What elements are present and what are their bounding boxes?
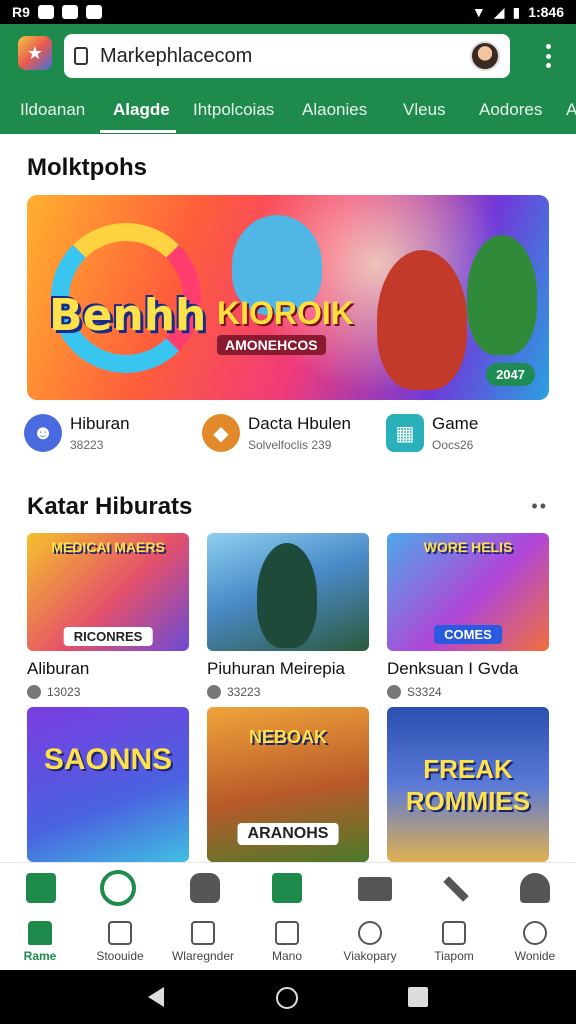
notification-icon xyxy=(85,5,102,19)
tab-4[interactable]: Vleus xyxy=(403,100,446,120)
category-tabs: Ildoanan Alagde Ihtpolcoias Alaonies Vle… xyxy=(0,90,576,134)
section-title: Molktpohs xyxy=(27,154,147,181)
section-title-2: Katar Hiburats xyxy=(27,493,193,520)
tab-2[interactable]: Ihtpolcoias xyxy=(193,100,274,120)
tools-icon[interactable] xyxy=(443,876,469,902)
tab-5[interactable]: Aodores xyxy=(479,100,542,120)
nav-item-chat[interactable]: Stoouide xyxy=(80,921,160,963)
category-item[interactable]: ☻ Hiburan 38223 xyxy=(24,414,130,452)
clock-icon xyxy=(358,921,382,945)
status-time: 1:846 xyxy=(528,4,564,20)
nav-item-checkbox[interactable]: Tiapom xyxy=(414,921,494,963)
nav-item-user[interactable]: Wonide xyxy=(495,921,575,963)
nav-item-face[interactable]: Mano xyxy=(247,921,327,963)
hero-logo-left: Benhh xyxy=(49,290,207,341)
nav-item-home[interactable]: Rame xyxy=(0,921,80,963)
hero-character-graphic xyxy=(377,250,467,390)
game-thumbnail xyxy=(207,533,369,651)
game-card[interactable]: FREAK ROMMIES xyxy=(387,707,549,862)
hero-logo-sub: AMONEHCOS xyxy=(217,335,326,355)
heart-icon xyxy=(207,685,221,699)
category-sub: 38223 xyxy=(70,438,104,452)
user-icon xyxy=(523,921,547,945)
grid-icon[interactable] xyxy=(26,873,56,903)
football-icon: ◆ xyxy=(202,414,240,452)
recents-icon[interactable] xyxy=(408,987,428,1007)
nav-item-clock[interactable]: Viakopary xyxy=(330,921,410,963)
chat-icon xyxy=(108,921,132,945)
category-item[interactable]: ◆ Dacta Hbulen Solvelfoclis 239 xyxy=(202,414,351,452)
person-icon[interactable] xyxy=(520,873,550,903)
game-thumbnail: NEBOAK ARANOHS xyxy=(207,707,369,862)
smiley-icon: ☻ xyxy=(24,414,62,452)
nav-item-document[interactable]: Wlaregnder xyxy=(163,921,243,963)
tab-1[interactable]: Alagde xyxy=(113,100,170,120)
url-text[interactable]: Markephlacecom xyxy=(100,45,470,68)
game-count: 13023 xyxy=(47,685,81,699)
truck-icon[interactable] xyxy=(358,877,392,901)
game-card[interactable]: WORE HELIS COMES Denksuan I Gvda S3324 xyxy=(387,533,549,699)
game-thumbnail: MEDICAI MAERS RICONRES xyxy=(27,533,189,651)
app-bar: ★ Markephlacecom Ildoanan Alagde Ihtpolc… xyxy=(0,24,576,134)
category-name: Hiburan xyxy=(70,414,130,433)
hero-logo-mid: KIOROIK xyxy=(217,295,354,331)
notification-icon xyxy=(61,5,78,19)
nav-shortcuts xyxy=(0,870,576,913)
tab-6[interactable]: A xyxy=(566,100,576,120)
tab-0[interactable]: Ildoanan xyxy=(20,100,85,120)
game-card[interactable]: SAONNS xyxy=(27,707,189,862)
game-card[interactable]: NEBOAK ARANOHS xyxy=(207,707,369,862)
app-logo-icon[interactable]: ★ xyxy=(18,36,52,70)
more-horizontal-icon[interactable]: •• xyxy=(531,496,548,517)
battery-icon: ▮ xyxy=(512,3,521,20)
game-thumbnail: SAONNS xyxy=(27,707,189,862)
tab-indicator xyxy=(100,130,176,133)
game-title: Denksuan I Gvda xyxy=(387,659,519,678)
shield-icon[interactable] xyxy=(100,870,136,906)
gamepad-icon[interactable] xyxy=(190,873,220,903)
category-item[interactable]: ▦ Game Oocs26 xyxy=(386,414,478,452)
status-bar: R9 ▼ ◢ ▮ 1:846 xyxy=(0,0,576,24)
game-thumbnail: WORE HELIS COMES xyxy=(387,533,549,651)
category-sub: Oocs26 xyxy=(432,438,474,452)
game-card[interactable]: Piuhuran Meirepia 33223 xyxy=(207,533,369,699)
gamepad-icon: ▦ xyxy=(386,414,424,452)
heart-icon xyxy=(27,685,41,699)
system-navigation xyxy=(0,970,576,1024)
category-row: ☻ Hiburan 38223 ◆ Dacta Hbulen Solvelfoc… xyxy=(24,414,554,458)
mail-icon[interactable] xyxy=(272,873,302,903)
category-name: Game xyxy=(432,414,479,433)
home-circle-icon[interactable] xyxy=(276,987,298,1009)
hero-banner[interactable]: Benhh KIOROIK AMONEHCOS 2047 xyxy=(27,195,549,400)
status-notifications: R9 xyxy=(12,4,102,20)
wifi-icon: ▼ xyxy=(471,4,486,20)
status-system: ▼ ◢ ▮ 1:846 xyxy=(472,4,564,21)
game-count: 33223 xyxy=(227,685,261,699)
back-icon[interactable] xyxy=(148,987,164,1007)
game-card[interactable]: MEDICAI MAERS RICONRES Aliburan 13023 xyxy=(27,533,189,699)
face-icon xyxy=(275,921,299,945)
game-count: S3324 xyxy=(407,685,442,699)
category-name: Dacta Hbulen xyxy=(248,414,352,433)
game-title: Piuhuran Meirepia xyxy=(207,659,345,678)
nav-tabs: Rame Stoouide Wlaregnder Mano Viakopary … xyxy=(0,921,576,967)
bottom-navigation: Rame Stoouide Wlaregnder Mano Viakopary … xyxy=(0,862,576,970)
heart-icon xyxy=(387,685,401,699)
game-thumbnail: FREAK ROMMIES xyxy=(387,707,549,862)
notification-icon xyxy=(37,5,54,19)
category-sub: Solvelfoclis 239 xyxy=(248,438,332,452)
status-icon-1: R9 xyxy=(12,4,30,20)
tab-3[interactable]: Alaonies xyxy=(302,100,367,120)
more-vertical-icon[interactable] xyxy=(546,44,552,68)
document-icon xyxy=(191,921,215,945)
avatar[interactable] xyxy=(470,41,500,71)
url-bar[interactable]: Markephlacecom xyxy=(64,34,510,78)
hero-character-graphic xyxy=(467,235,537,355)
checkbox-icon xyxy=(442,921,466,945)
game-title: Aliburan xyxy=(27,659,90,678)
hero-badge: 2047 xyxy=(486,363,535,386)
home-icon xyxy=(28,921,52,945)
lock-icon xyxy=(74,47,88,65)
signal-icon: ◢ xyxy=(493,3,505,20)
